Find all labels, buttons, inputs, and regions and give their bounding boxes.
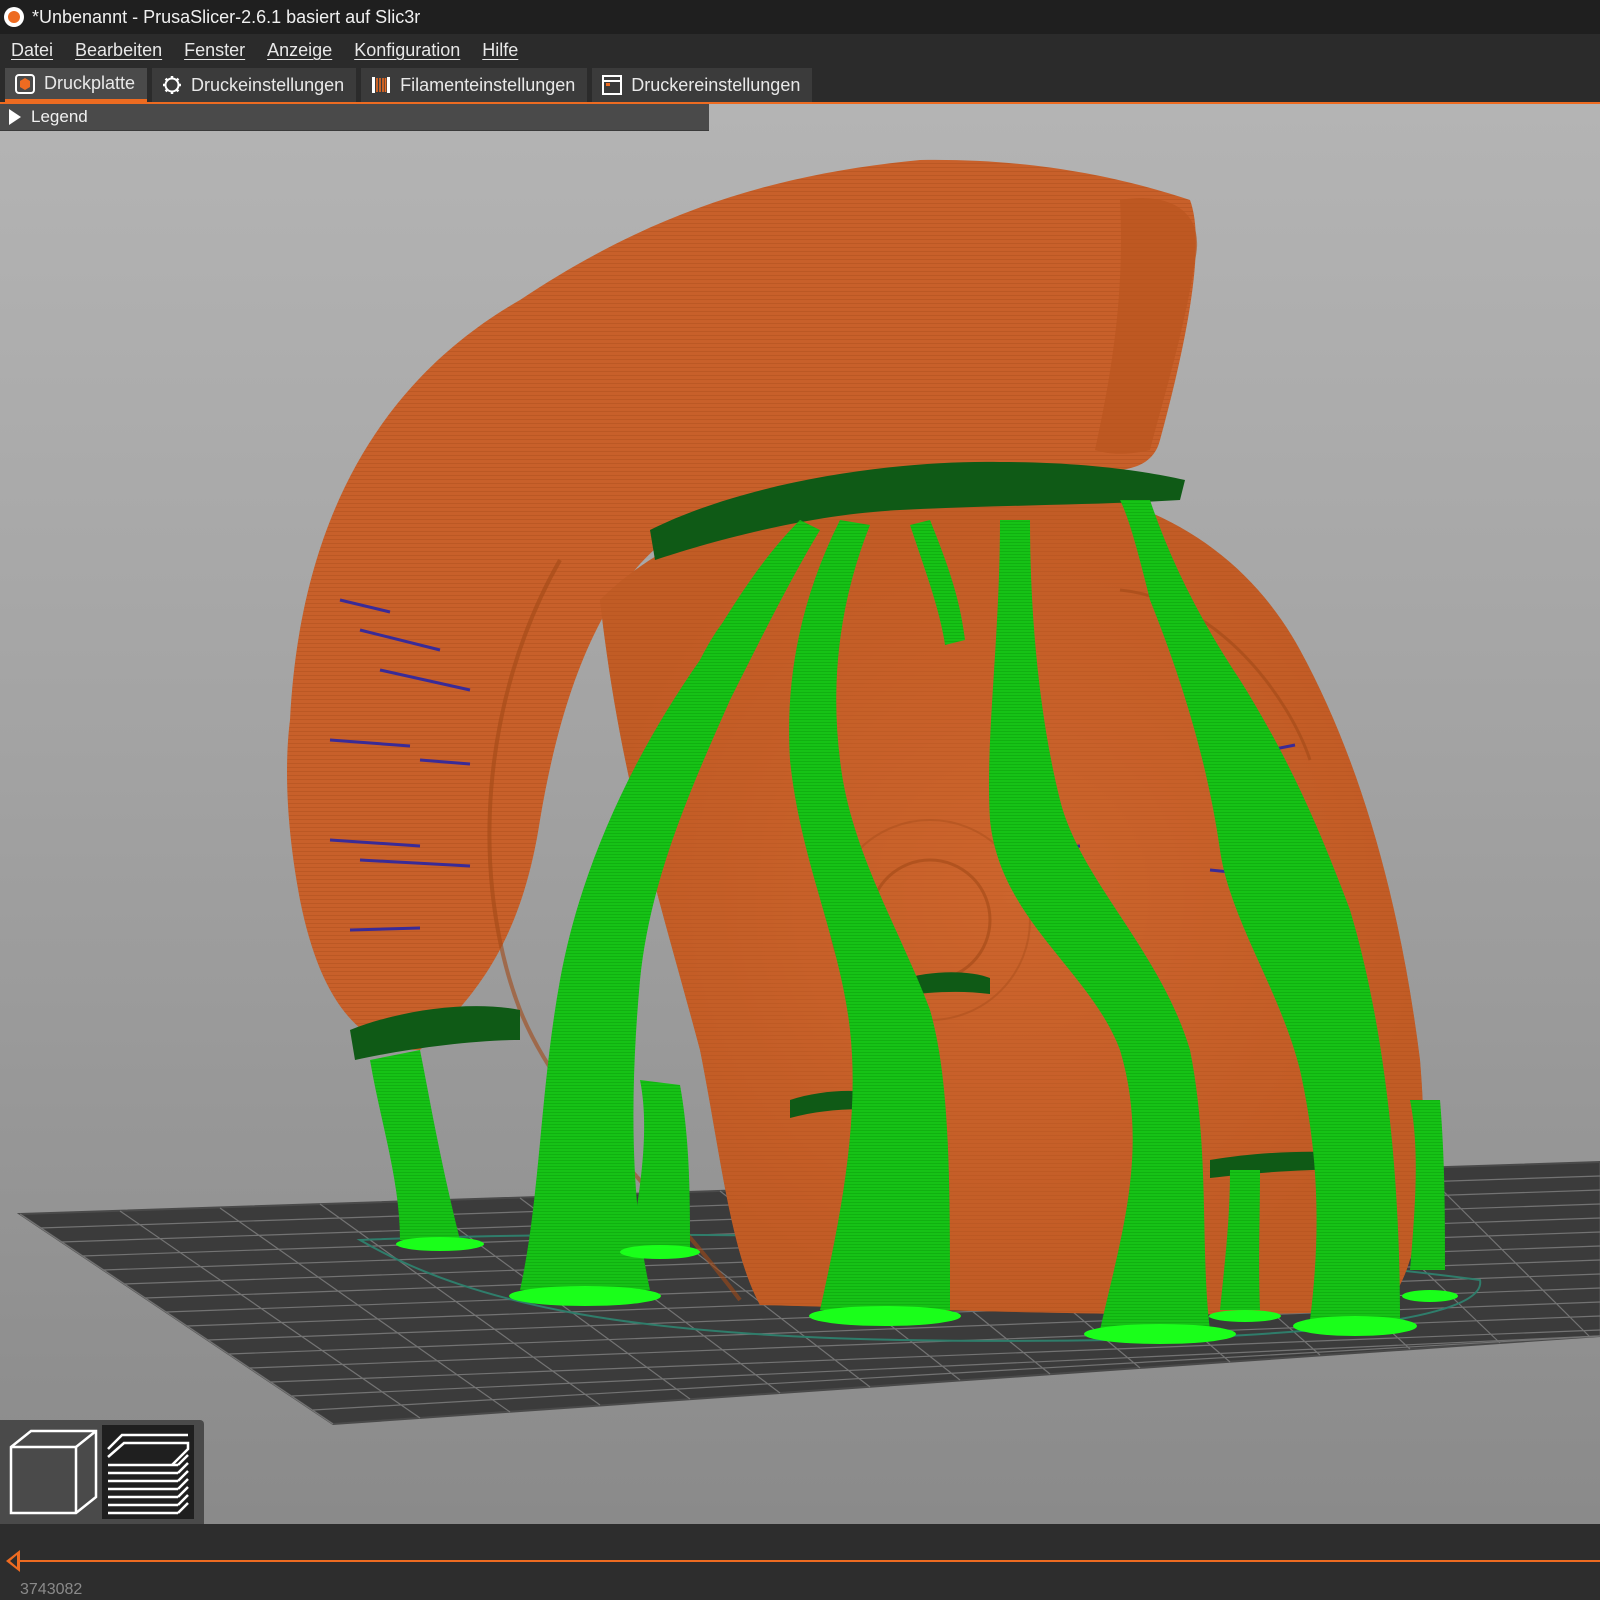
menu-bar: Datei Bearbeiten Fenster Anzeige Konfigu… xyxy=(0,34,1600,66)
expand-arrow-icon[interactable] xyxy=(9,109,21,125)
legend-header[interactable]: Legend xyxy=(0,104,709,131)
spool-icon xyxy=(372,77,391,93)
tab-label: Druckplatte xyxy=(44,73,136,93)
tab-druckplatte[interactable]: Druckplatte xyxy=(5,68,148,102)
menu-konfiguration[interactable]: Konfiguration xyxy=(354,40,460,61)
tab-label: Filamenteinstellungen xyxy=(400,74,576,95)
tab-filamenteinstellungen[interactable]: Filamenteinstellungen xyxy=(361,68,588,102)
tab-label: Druckeinstellungen xyxy=(191,74,345,95)
legend-label: Legend xyxy=(31,107,88,126)
menu-anzeige[interactable]: Anzeige xyxy=(267,40,332,61)
horizontal-slider-track[interactable] xyxy=(12,1560,1600,1562)
menu-datei[interactable]: Datei xyxy=(11,40,53,61)
tab-bar: Druckplatte Druckeinstellungen Filamente… xyxy=(0,66,1600,104)
tab-druckeinstellungen[interactable]: Druckeinstellungen xyxy=(152,68,357,102)
prusaslicer-logo-icon xyxy=(4,7,24,27)
plater-icon xyxy=(15,73,35,94)
layer-value: 3743082 xyxy=(20,1581,83,1598)
tab-druckereinstellungen[interactable]: Druckereinstellungen xyxy=(592,68,813,102)
slider-thumb-icon[interactable] xyxy=(6,1550,20,1572)
preview-button[interactable] xyxy=(102,1425,194,1519)
view-toggle xyxy=(0,1420,204,1524)
gear-icon xyxy=(163,76,182,94)
printer-icon xyxy=(602,75,623,95)
menu-fenster[interactable]: Fenster xyxy=(184,40,245,61)
tab-label: Druckereinstellungen xyxy=(631,74,801,95)
3d-view-button[interactable] xyxy=(6,1425,98,1519)
title-bar: *Unbenannt - PrusaSlicer-2.6.1 basiert a… xyxy=(0,0,1600,34)
3d-viewport[interactable]: Legend xyxy=(0,104,1600,1524)
layer-slider-bar: 3743082 xyxy=(0,1524,1600,1600)
layers-icon xyxy=(107,1433,190,1515)
menu-hilfe[interactable]: Hilfe xyxy=(482,40,518,61)
cube-icon xyxy=(9,1429,98,1515)
gcode-preview-scene[interactable] xyxy=(0,104,1600,1524)
menu-bearbeiten[interactable]: Bearbeiten xyxy=(75,40,162,61)
window-title: *Unbenannt - PrusaSlicer-2.6.1 basiert a… xyxy=(32,6,421,27)
